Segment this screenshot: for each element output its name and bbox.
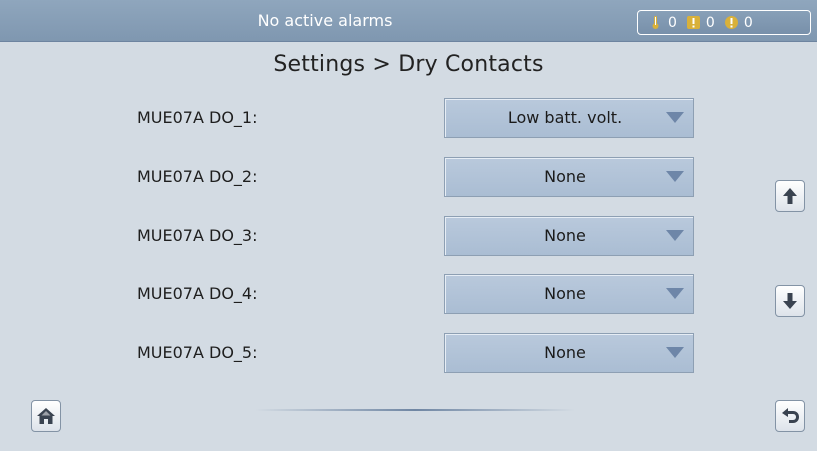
major-alarm-count: 0 <box>705 14 715 31</box>
do4-dropdown[interactable]: None <box>444 274 694 314</box>
exclamation-circle-icon <box>724 16 738 29</box>
do5-dropdown[interactable]: None <box>444 333 694 373</box>
do5-label: MUE07A DO_5: <box>137 343 258 362</box>
chevron-down-icon <box>666 288 684 299</box>
major-alarm-badge: 0 <box>686 15 715 31</box>
scroll-up-button[interactable] <box>775 180 805 212</box>
do5-selected-value: None <box>544 343 586 362</box>
scroll-down-button[interactable] <box>775 285 805 317</box>
do3-label: MUE07A DO_3: <box>137 226 258 245</box>
do2-label: MUE07A DO_2: <box>137 167 258 186</box>
do1-label: MUE07A DO_1: <box>137 108 258 127</box>
chevron-down-icon <box>666 112 684 123</box>
arrow-down-icon <box>783 293 797 309</box>
do4-label: MUE07A DO_4: <box>137 284 258 303</box>
exclamation-square-icon <box>686 16 700 29</box>
arrow-up-icon <box>783 188 797 204</box>
minor-alarm-count: 0 <box>743 14 753 31</box>
page-title: Settings > Dry Contacts <box>273 52 544 77</box>
critical-alarm-badge: 0 <box>648 15 677 31</box>
back-button[interactable] <box>775 400 805 432</box>
alarm-status-text: No active alarms <box>257 11 393 30</box>
do3-dropdown[interactable]: None <box>444 216 694 256</box>
do2-dropdown[interactable]: None <box>444 157 694 197</box>
do1-dropdown[interactable]: Low batt. volt. <box>444 98 694 138</box>
alarm-summary[interactable]: 0 0 0 <box>637 10 811 35</box>
do2-selected-value: None <box>544 167 586 186</box>
chevron-down-icon <box>666 347 684 358</box>
thermometer-alarm-icon <box>652 16 659 29</box>
do4-selected-value: None <box>544 284 586 303</box>
back-arrow-icon <box>782 408 799 423</box>
chevron-down-icon <box>666 230 684 241</box>
home-button[interactable] <box>31 400 61 432</box>
minor-alarm-badge: 0 <box>724 15 753 31</box>
status-bar: No active alarms 0 0 0 <box>0 0 817 42</box>
critical-alarm-count: 0 <box>668 14 677 31</box>
do3-selected-value: None <box>544 226 586 245</box>
chevron-down-icon <box>666 171 684 182</box>
page-divider <box>255 409 575 411</box>
home-icon <box>37 408 55 424</box>
do1-selected-value: Low batt. volt. <box>507 108 623 127</box>
